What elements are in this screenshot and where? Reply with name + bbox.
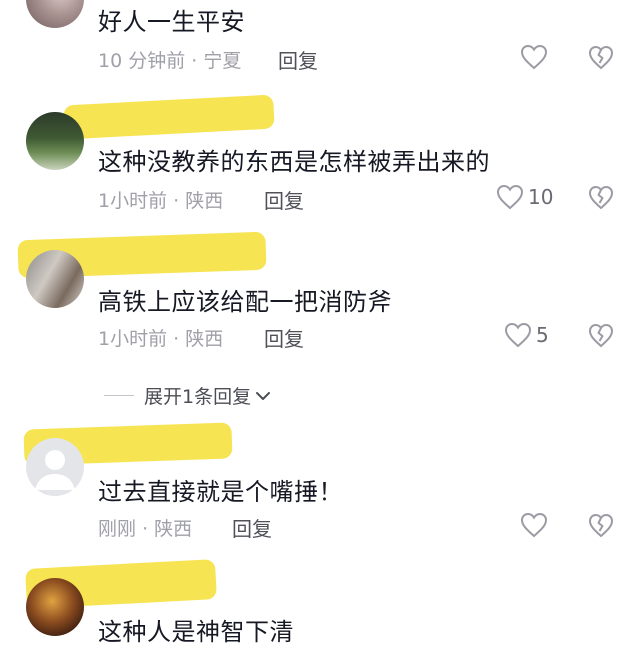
meta-separator: · (142, 518, 149, 540)
meta-separator: · (191, 50, 198, 72)
meta-separator: · (173, 190, 180, 212)
reply-button[interactable]: 回复 (264, 185, 304, 214)
comment-location: 宁夏 (203, 50, 242, 72)
reply-button[interactable]: 回复 (232, 513, 272, 542)
username-redaction (63, 94, 275, 140)
broken-heart-icon (588, 323, 614, 348)
broken-heart-icon (588, 185, 614, 210)
comment-time: 1小时前 (98, 328, 168, 350)
avatar[interactable] (26, 250, 84, 308)
expand-replies-label: 展开1条回复 (144, 386, 252, 408)
reply-button[interactable]: 回复 (264, 323, 304, 352)
comment-time: 刚刚 (98, 518, 137, 540)
expand-divider (104, 395, 134, 396)
dislike-button[interactable] (588, 513, 614, 538)
like-button[interactable] (520, 44, 548, 70)
comment-text: 这种没教养的东西是怎样被弄出来的 (98, 148, 490, 176)
like-button[interactable]: 10 (496, 184, 553, 210)
like-count: 10 (528, 185, 554, 209)
like-count: 5 (536, 323, 549, 347)
avatar[interactable] (26, 578, 84, 636)
comment-text: 好人一生平安 (98, 8, 245, 36)
meta-separator: · (173, 328, 180, 350)
like-button[interactable]: 5 (504, 322, 549, 348)
dislike-button[interactable] (588, 323, 614, 348)
comment-text: 高铁上应该给配一把消防斧 (98, 288, 392, 316)
comment-location: 陕西 (185, 190, 224, 212)
heart-outline-icon (504, 322, 532, 348)
comment-meta: 刚刚 · 陕西 (98, 514, 192, 541)
broken-heart-icon (588, 45, 614, 70)
dislike-button[interactable] (588, 185, 614, 210)
comment-text: 过去直接就是个嘴捶！ (98, 478, 343, 506)
dislike-button[interactable] (588, 45, 614, 70)
like-button[interactable] (520, 512, 548, 538)
expand-replies-button[interactable]: 展开1条回复 (104, 382, 271, 409)
broken-heart-icon (588, 513, 614, 538)
default-avatar-icon (35, 450, 75, 490)
comment-location: 陕西 (154, 518, 193, 540)
avatar[interactable] (26, 0, 84, 28)
avatar[interactable] (26, 438, 84, 496)
chevron-down-icon (255, 390, 271, 402)
comment-time: 1小时前 (98, 190, 168, 212)
comment-meta: 1小时前 · 陕西 (98, 324, 223, 351)
comment-time: 10 分钟前 (98, 50, 186, 72)
heart-outline-icon (496, 184, 524, 210)
avatar[interactable] (26, 112, 84, 170)
heart-outline-icon (520, 512, 548, 538)
heart-outline-icon (520, 44, 548, 70)
comment-text: 这种人是神智下清 (98, 618, 294, 646)
comment-location: 陕西 (185, 328, 224, 350)
comment-meta: 1小时前 · 陕西 (98, 186, 223, 213)
comment-meta: 10 分钟前 · 宁夏 (98, 46, 241, 73)
reply-button[interactable]: 回复 (278, 45, 318, 74)
